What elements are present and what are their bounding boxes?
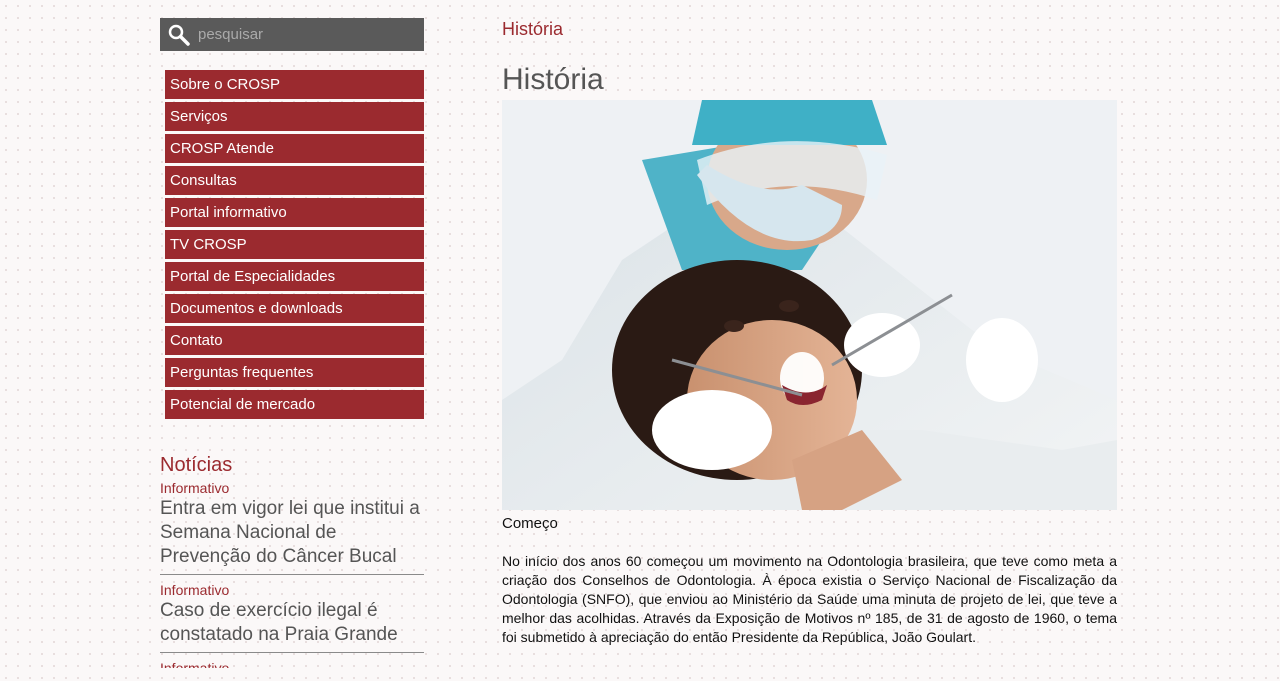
nav-item-contato[interactable]: Contato [165,326,424,355]
news-category[interactable]: Informativo [160,480,424,497]
breadcrumb[interactable]: História [502,18,1117,40]
nav-item-perguntas[interactable]: Perguntas frequentes [165,358,424,387]
article-body: No início dos anos 60 começou um movimen… [502,553,1117,645]
nav-item-potencial[interactable]: Potencial de mercado [165,390,424,419]
nav-item-portal-informativo[interactable]: Portal informativo [165,198,424,227]
news-section: Notícias Informativo Entra em vigor lei … [160,453,424,668]
news-heading: Notícias [160,454,233,476]
dentist-photo [502,100,1117,510]
search-bar [160,18,424,51]
news-category[interactable]: Informativo [160,582,424,599]
nav-item-consultas[interactable]: Consultas [165,166,424,195]
main-content: História História Começo No início dos a… [502,18,1117,647]
search-input[interactable] [198,26,398,43]
nav-item-sobre[interactable]: Sobre o CROSP [165,70,424,99]
nav-item-documentos[interactable]: Documentos e downloads [165,294,424,323]
news-category[interactable]: Informativo [160,660,424,668]
nav-item-portal-especialidades[interactable]: Portal de Especialidades [165,262,424,291]
page-title: História [502,63,604,96]
nav-item-crosp-atende[interactable]: CROSP Atende [165,134,424,163]
news-item: Informativo Caso de exercício ilegal é c… [160,582,424,653]
main-nav: Sobre o CROSP Serviços CROSP Atende Cons… [165,70,424,419]
news-headline[interactable]: Caso de exercício ilegal é constatado na… [160,599,424,647]
nav-item-servicos[interactable]: Serviços [165,102,424,131]
search-icon[interactable] [168,24,190,46]
news-headline[interactable]: Entra em vigor lei que institui a Semana… [160,497,424,569]
sidebar: Sobre o CROSP Serviços CROSP Atende Cons… [160,18,424,668]
nav-item-tv-crosp[interactable]: TV CROSP [165,230,424,259]
photo-caption: Começo [502,515,558,532]
news-item: Informativo Entra em vigor lei que insti… [160,480,424,575]
